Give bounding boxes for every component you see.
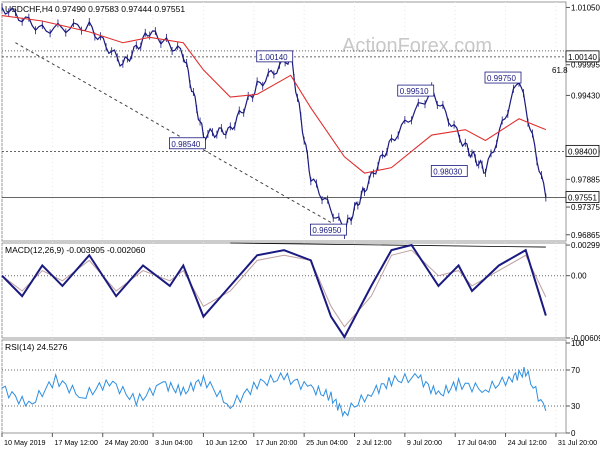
rsi-axis-label: 0 [571,429,576,438]
price-title: USDCHF,H4 0.97490 0.97583 0.97444 0.9755… [5,4,185,14]
macd-axis-label: 0.00 [571,272,587,281]
price-badge-label: 0.97551 [568,193,597,202]
x-axis-label: 10 May 2019 [4,438,46,447]
x-axis-label: 17 Jul 04:00 [457,438,496,447]
x-axis-label: 24 May 20:00 [105,438,149,447]
x-axis-label: 24 Jul 12:00 [508,438,547,447]
price-axis-label: 0.97885 [571,175,600,184]
x-axis-label: 31 Jul 20:00 [558,438,597,447]
price-badge-label: 1.00140 [568,53,597,62]
x-axis-label: 17 Jun 20:00 [256,438,298,447]
price-callout-label: 0.99510 [400,87,429,96]
price-badge-label: 0.98400 [568,147,597,156]
x-axis-label: 9 Jul 20:00 [407,438,442,447]
macd-title: MACD(12,26,9) -0.003905 -0.002060 [5,245,146,255]
price-callout-label: 0.99750 [487,74,516,83]
x-axis-label: 2 Jul 12:00 [357,438,392,447]
trend-line [15,42,345,231]
macd-line [1,243,547,339]
rsi-axis-label: 100 [571,339,585,348]
price-axis-label: 0.99430 [571,91,600,100]
rsi-axis-label: 30 [571,402,580,411]
x-axis-label: 10 Jun 12:00 [205,438,247,447]
macd-layer [1,242,566,339]
price-callout-label: 0.96950 [312,226,341,235]
fib-label: 61.8 [552,66,568,75]
rsi-panel-frame [1,339,567,434]
x-axis-label: 3 Jun 04:00 [155,438,193,447]
x-axis-label: 25 Jun 04:00 [306,438,348,447]
macd-axis-label: 0.002998 [571,241,600,250]
rsi-title: RSI(14) 24.5276 [5,342,68,352]
rsi-axis-label: 70 [571,366,580,375]
price-axis-label: 0.97375 [571,203,600,212]
label-layer: 1.010501.000900.999950.994300.984000.978… [1,3,600,447]
watermark: ActionForex.com [342,35,492,57]
macd-trend-line [230,242,546,248]
rsi-line [1,366,547,418]
price-callout-label: 0.98030 [433,167,462,176]
x-axis-label: 17 May 12:00 [54,438,98,447]
price-axis-label: 1.01050 [571,3,600,12]
chart-canvas: ActionForex.com USDCHF,H4 0.97490 0.9758… [1,1,600,447]
price-callout-label: 1.00140 [259,53,288,62]
price-axis-label: 0.96865 [571,231,600,240]
price-callout-label: 0.98540 [171,140,200,149]
rsi-layer [1,366,566,418]
